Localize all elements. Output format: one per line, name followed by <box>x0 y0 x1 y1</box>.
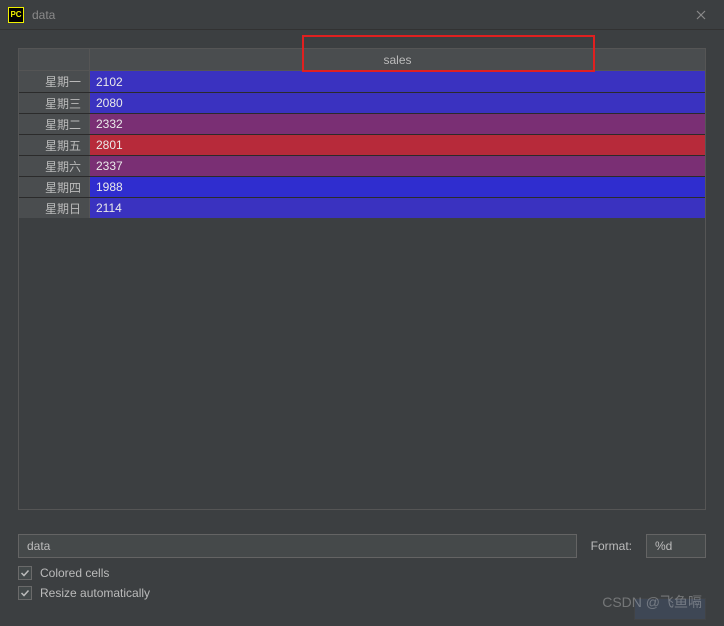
table-header-sales[interactable]: sales <box>90 49 705 71</box>
row-value[interactable]: 2080 <box>90 93 705 113</box>
row-label: 星期三 <box>19 93 90 113</box>
checkbox-area: Colored cells Resize automatically <box>18 566 150 606</box>
content-area: sales 星期一2102星期三2080星期二2332星期五2801星期六233… <box>0 30 724 510</box>
row-label: 星期日 <box>19 198 90 218</box>
table-header-corner <box>19 49 90 71</box>
data-expression-input[interactable] <box>18 534 577 558</box>
row-value[interactable]: 2337 <box>90 156 705 176</box>
resize-auto-checkbox[interactable]: Resize automatically <box>18 586 150 600</box>
checkmark-icon <box>20 588 30 598</box>
table-row[interactable]: 星期五2801 <box>19 134 705 155</box>
row-value[interactable]: 2114 <box>90 198 705 218</box>
row-value[interactable]: 2332 <box>90 114 705 134</box>
checkbox-box <box>18 586 32 600</box>
data-table: sales 星期一2102星期三2080星期二2332星期五2801星期六233… <box>18 48 706 510</box>
row-label: 星期四 <box>19 177 90 197</box>
window-title: data <box>32 8 55 22</box>
table-row[interactable]: 星期四1988 <box>19 176 705 197</box>
table-row[interactable]: 星期一2102 <box>19 71 705 92</box>
checkmark-icon <box>20 568 30 578</box>
table-row[interactable]: 星期日2114 <box>19 197 705 218</box>
app-icon: PC <box>8 7 24 23</box>
row-label: 星期六 <box>19 156 90 176</box>
format-input[interactable] <box>646 534 706 558</box>
checkbox-box <box>18 566 32 580</box>
colored-cells-checkbox[interactable]: Colored cells <box>18 566 150 580</box>
table-row[interactable]: 星期三2080 <box>19 92 705 113</box>
row-label: 星期二 <box>19 114 90 134</box>
titlebar: PC data <box>0 0 724 30</box>
close-icon <box>696 10 706 20</box>
column-header-label: sales <box>383 53 411 67</box>
table-row[interactable]: 星期六2337 <box>19 155 705 176</box>
table-header-row: sales <box>19 49 705 71</box>
row-label: 星期一 <box>19 71 90 92</box>
format-label: Format: <box>591 539 632 553</box>
table-body: 星期一2102星期三2080星期二2332星期五2801星期六2337星期四19… <box>19 71 705 509</box>
resize-auto-label: Resize automatically <box>40 586 150 600</box>
colored-cells-label: Colored cells <box>40 566 109 580</box>
row-label: 星期五 <box>19 135 90 155</box>
table-row[interactable]: 星期二2332 <box>19 113 705 134</box>
row-value[interactable]: 2102 <box>90 71 705 92</box>
bottom-controls: Format: <box>18 534 706 558</box>
row-value[interactable]: 2801 <box>90 135 705 155</box>
close-button[interactable] <box>686 0 716 30</box>
ok-button[interactable] <box>634 598 706 620</box>
row-value[interactable]: 1988 <box>90 177 705 197</box>
